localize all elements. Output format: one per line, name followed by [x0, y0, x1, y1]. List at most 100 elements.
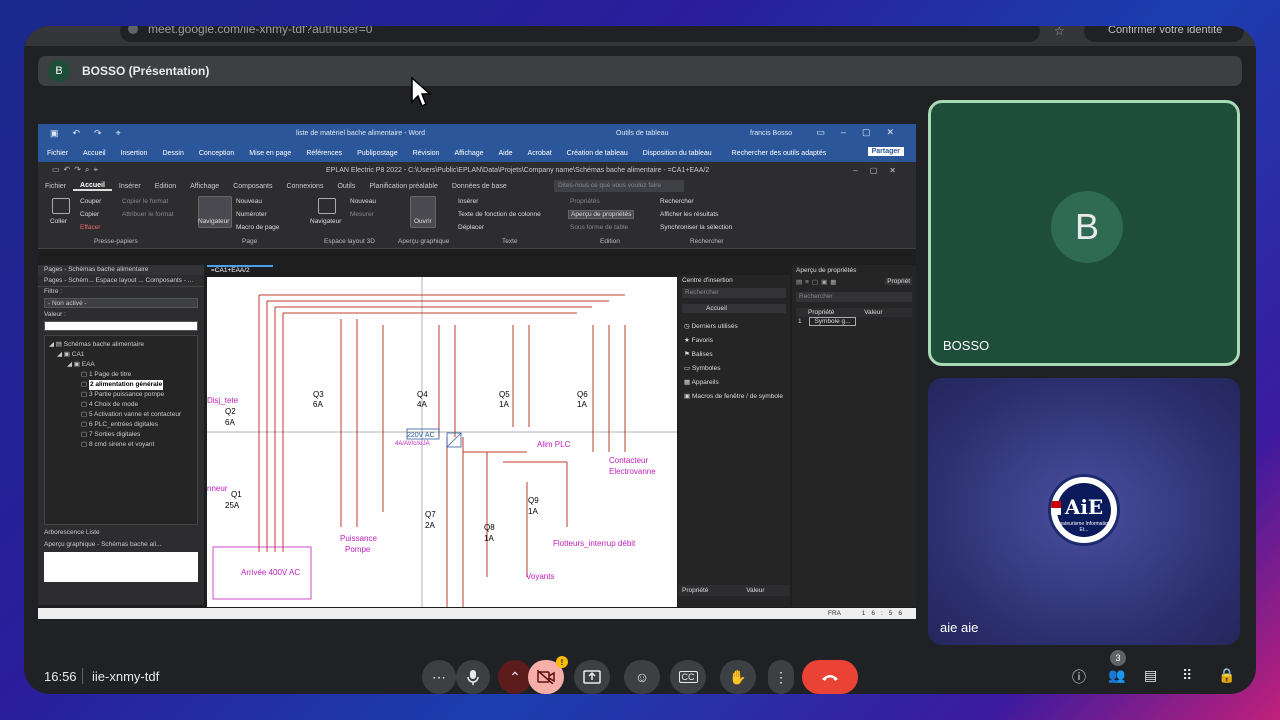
- layout-navigator-icon[interactable]: [318, 198, 336, 214]
- word-menu-item[interactable]: Publipostage: [357, 150, 397, 157]
- eplan-tab[interactable]: Connexions: [279, 183, 330, 190]
- devices-item[interactable]: ▦ Appareils: [678, 375, 790, 389]
- language-indicator[interactable]: FRA: [828, 610, 841, 617]
- cut-button[interactable]: Couper: [80, 198, 101, 205]
- eplan-tab[interactable]: Données de base: [445, 183, 514, 190]
- tags-item[interactable]: ⚑ Balises: [678, 347, 790, 361]
- identity-button[interactable]: Confirmer votre identité: [1084, 26, 1244, 42]
- eplan-tab[interactable]: Composants: [226, 183, 279, 190]
- tree-item-page-selected[interactable]: ▢ 2 alimentation générale: [49, 380, 193, 390]
- word-menu-item[interactable]: Affichage: [454, 150, 483, 157]
- word-menu-item[interactable]: Aide: [499, 150, 513, 157]
- eplan-tab[interactable]: Fichier: [38, 183, 73, 190]
- macros-item[interactable]: ▣ Macros de fenêtre / de symbole: [678, 389, 790, 403]
- tree-item-page[interactable]: ▢ 1 Page de titre: [49, 370, 193, 380]
- microphone-button[interactable]: [456, 660, 490, 694]
- participant-tile-aie[interactable]: AiE Amateurisme Informatique Et... aie a…: [928, 378, 1240, 645]
- page-number-button[interactable]: Numéroter: [236, 211, 267, 218]
- table-form-button[interactable]: Sous forme de table: [570, 224, 628, 231]
- more-options-left-button[interactable]: ⋯: [422, 660, 456, 694]
- show-results-button[interactable]: Afficher les résultats: [660, 211, 718, 218]
- document-tab[interactable]: =CA1+EAA/2: [207, 265, 273, 275]
- insertion-home-breadcrumb[interactable]: Accueil: [682, 304, 786, 313]
- word-menu-item[interactable]: Révision: [413, 150, 440, 157]
- eplan-tab[interactable]: Edition: [148, 183, 183, 190]
- column-function-text-button[interactable]: Texte de fonction de colonne: [458, 211, 541, 218]
- more-options-button[interactable]: ⋮: [768, 660, 794, 694]
- tree-item-page[interactable]: ▢ 5 Activation vanne et contacteur: [49, 410, 193, 420]
- word-quick-access[interactable]: ▣↶↷⌖: [50, 128, 135, 139]
- tree-view-tabs[interactable]: Arborescence Liste: [44, 529, 198, 539]
- tree-item-page[interactable]: ▢ 4 Choix de mode: [49, 400, 193, 410]
- search-button[interactable]: Rechercher: [660, 198, 694, 205]
- word-share-button[interactable]: Partager: [867, 147, 904, 156]
- symbols-item[interactable]: ▭ Symboles: [678, 361, 790, 375]
- properties-toolbar-icons[interactable]: ▤≡▢▣▦: [796, 279, 839, 286]
- properties-row[interactable]: 1 Symbole g...: [796, 317, 912, 326]
- present-screen-button[interactable]: [574, 660, 610, 694]
- word-menu-item[interactable]: Création de tableau: [567, 150, 628, 157]
- eplan-search-input[interactable]: Dites-nous ce que vous voulez faire: [554, 180, 684, 192]
- site-info-icon[interactable]: [128, 26, 138, 34]
- schematic-canvas[interactable]: Q3 6A Q4 4A Q5 1A Q6 1A Q2 6A Q1 25A Q7 …: [207, 277, 677, 607]
- raise-hand-button[interactable]: ✋: [720, 660, 756, 694]
- people-icon[interactable]: 👥: [1108, 667, 1125, 684]
- word-menu-item[interactable]: Fichier: [47, 150, 68, 157]
- apply-format-button[interactable]: Attribuer le format: [122, 211, 174, 218]
- tree-item-page[interactable]: ▢ 3 Partie puissance pompe: [49, 390, 193, 400]
- favorites-item[interactable]: ★ Favoris: [678, 333, 790, 347]
- layout-new-button[interactable]: Nouveau: [350, 198, 376, 205]
- word-window-buttons[interactable]: ▭–▢✕: [816, 127, 910, 138]
- bookmark-star-icon[interactable]: ☆: [1054, 26, 1065, 38]
- word-tell-me[interactable]: Rechercher des outils adaptés: [732, 150, 827, 157]
- copy-button[interactable]: Copier: [80, 211, 99, 218]
- properties-button[interactable]: Propriétés: [570, 198, 600, 205]
- tree-item-ca1[interactable]: ◢ ▣ CA1: [49, 350, 193, 360]
- captions-button[interactable]: CC: [670, 660, 706, 694]
- tree-item-eaa[interactable]: ◢ ▣ EAA: [49, 360, 193, 370]
- navigator-tabs[interactable]: Pages - Schém... Espace layout ... Compo…: [38, 275, 204, 287]
- chat-icon[interactable]: ▤: [1144, 667, 1157, 684]
- properties-preview-button[interactable]: Aperçu de propriétés: [568, 210, 635, 219]
- measure-button[interactable]: Mesurer: [350, 211, 374, 218]
- page-macro-button[interactable]: Macro de page: [236, 224, 279, 231]
- word-menu-item[interactable]: Disposition du tableau: [643, 150, 712, 157]
- reactions-button[interactable]: ☺: [624, 660, 660, 694]
- participant-tile-bosso[interactable]: B BOSSO: [928, 100, 1240, 366]
- paste-label[interactable]: Coller: [50, 218, 67, 225]
- page-new-button[interactable]: Nouveau: [236, 198, 262, 205]
- paste-icon[interactable]: [52, 198, 70, 214]
- eplan-tab-active[interactable]: Accueil: [73, 182, 112, 191]
- host-controls-icon[interactable]: 🔒: [1218, 667, 1235, 684]
- leave-call-button[interactable]: [802, 660, 858, 694]
- insert-text-button[interactable]: Insérer: [458, 198, 478, 205]
- tree-item-project[interactable]: ◢ ▤ Schémas bache alimentaire: [49, 340, 193, 350]
- camera-off-button[interactable]: !: [528, 656, 568, 694]
- insertion-search-input[interactable]: Rechercher: [682, 288, 786, 298]
- recent-items[interactable]: ◷ Derniers utilisés: [678, 319, 790, 333]
- properties-search-input[interactable]: Rechercher: [796, 292, 912, 302]
- move-text-button[interactable]: Déplacer: [458, 224, 484, 231]
- word-menu-item[interactable]: Références: [306, 150, 342, 157]
- value-input[interactable]: [44, 321, 198, 331]
- filter-select[interactable]: - Non activé -: [44, 298, 198, 308]
- address-bar[interactable]: meet.google.com/iie-xnmy-tdf?authuser=0: [120, 26, 1040, 42]
- eplan-quick-access[interactable]: ▭↶↷⌕⌖: [52, 165, 102, 175]
- camera-options-button[interactable]: ⌃: [498, 660, 532, 694]
- eplan-tab[interactable]: Insérer: [112, 183, 148, 190]
- tree-item-page[interactable]: ▢ 7 Sorties digitales: [49, 430, 193, 440]
- word-menu-item[interactable]: Dessin: [162, 150, 183, 157]
- copy-format-button[interactable]: Copier le format: [122, 198, 168, 205]
- word-menu-item[interactable]: Accueil: [83, 150, 106, 157]
- eplan-window-buttons[interactable]: –▢✕: [853, 166, 908, 175]
- properties-dropdown[interactable]: Propriét: [885, 278, 912, 285]
- tree-item-page[interactable]: ▢ 6 PLC_entrées digitales: [49, 420, 193, 430]
- sync-selection-button[interactable]: Synchroniser la sélection: [660, 224, 732, 231]
- tree-item-page[interactable]: ▢ 8 cmd sirene et voyant: [49, 440, 193, 450]
- word-menu-item[interactable]: Mise en page: [249, 150, 291, 157]
- word-menu-item[interactable]: Acrobat: [528, 150, 552, 157]
- eplan-tab[interactable]: Planification préalable: [362, 183, 445, 190]
- eplan-tab[interactable]: Affichage: [183, 183, 226, 190]
- activities-icon[interactable]: ⠿: [1182, 667, 1192, 684]
- word-menu-item[interactable]: Insertion: [121, 150, 148, 157]
